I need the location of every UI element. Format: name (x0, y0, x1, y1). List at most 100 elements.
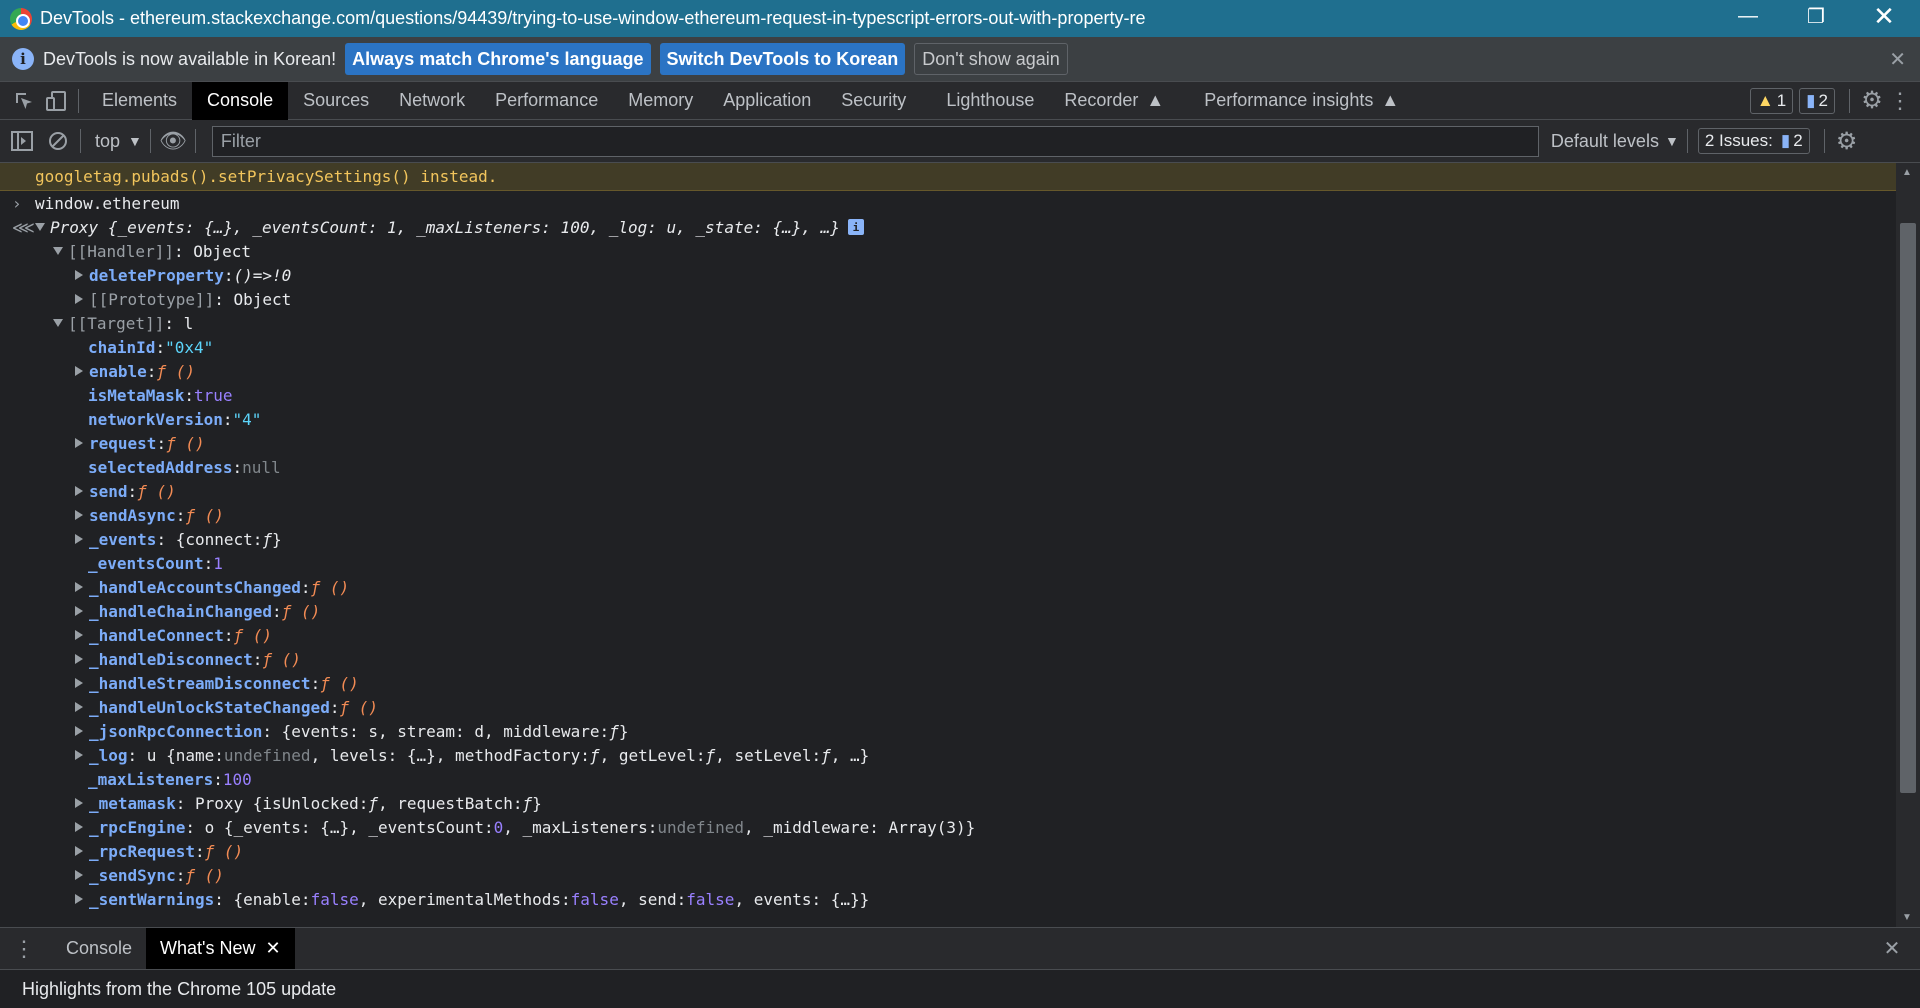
tree-node-prototype[interactable]: [[Prototype]]: Object (0, 287, 1896, 311)
scroll-down-icon[interactable]: ▼ (1902, 912, 1912, 923)
prompt-chevron-icon: › (12, 193, 22, 213)
context-selector[interactable]: top ▼ (95, 131, 142, 152)
tree-node-handleconnect[interactable]: _handleConnect: ƒ () (0, 623, 1896, 647)
tab-application[interactable]: Application (708, 82, 826, 120)
tree-node-sentwarnings[interactable]: _sentWarnings: {enable: false, experimen… (0, 887, 1896, 911)
result-type: Proxy (50, 217, 99, 237)
expand-triangle-icon (53, 247, 63, 255)
drawer-menu-icon[interactable]: ⋮ (10, 935, 38, 963)
console-toolbar: top ▼ 👁 Filter Default levels ▼ 2 Issues: ▮… (0, 120, 1920, 163)
more-options-icon[interactable]: ⋮ (1886, 87, 1914, 115)
minimize-icon[interactable]: — (1718, 0, 1778, 33)
devtools-tabbar: Elements Console Sources Network Perform… (0, 81, 1920, 120)
tree-node-jsonrpcconnection[interactable]: _jsonRpcConnection: {events: s, stream: … (0, 719, 1896, 743)
tree-node-proxy[interactable]: ⋘ Proxy {_events: {…}, _eventsCount: 1, … (0, 215, 1896, 239)
close-drawer-icon[interactable]: ✕ (1878, 935, 1906, 963)
flask-icon: ▲ (1381, 90, 1400, 110)
tab-performance[interactable]: Performance (480, 82, 613, 120)
result-arrow-icon: ⋘ (12, 217, 35, 237)
tree-node-handler[interactable]: [[Handler]]: Object (0, 239, 1896, 263)
restore-icon[interactable]: ❐ (1786, 0, 1846, 33)
result-summary: {_events: {…}, _eventsCount: 1, _maxList… (107, 217, 840, 237)
tree-node-handlestreamdisconnect[interactable]: _handleStreamDisconnect: ƒ () (0, 671, 1896, 695)
tab-console[interactable]: Console (192, 81, 289, 120)
expand-triangle-icon (75, 606, 83, 616)
whats-new-heading: Highlights from the Chrome 105 update (22, 978, 337, 999)
toolbar-divider (149, 129, 151, 153)
clear-console-icon[interactable] (44, 127, 72, 155)
tree-node-handledisconnect[interactable]: _handleDisconnect: ƒ () (0, 647, 1896, 671)
device-toolbar-icon[interactable] (42, 87, 70, 115)
tree-node-metamask[interactable]: _metamask: Proxy {isUnlocked: ƒ, request… (0, 791, 1896, 815)
drawer-tab-whats-new-label: What's New (160, 938, 256, 958)
tree-node-handleaccountschanged[interactable]: _handleAccountsChanged: ƒ () (0, 575, 1896, 599)
expand-triangle-icon (75, 438, 83, 448)
drawer-tabbar: ⋮ Console What's New ✕ ✕ (0, 927, 1920, 970)
chrome-logo-icon (10, 7, 32, 30)
tree-node-events[interactable]: _events: {connect: ƒ} (0, 527, 1896, 551)
expand-triangle-icon (75, 726, 83, 736)
language-infobar: i DevTools is now available in Korean! A… (0, 37, 1920, 82)
tree-node-rpcengine[interactable]: _rpcEngine: o {_events: {…}, _eventsCoun… (0, 815, 1896, 839)
close-window-icon[interactable]: ✕ (1854, 0, 1914, 33)
tab-performance-insights[interactable]: Performance insights ▲ (1189, 82, 1414, 120)
tab-recorder[interactable]: Recorder ▲ (1049, 82, 1179, 120)
expand-triangle-icon (75, 510, 83, 520)
console-output: googletag.pubads().setPrivacySettings() … (0, 163, 1896, 927)
context-selector-label: top (95, 130, 121, 151)
flask-icon: ▲ (1146, 90, 1165, 110)
tree-node-sendasync[interactable]: sendAsync: ƒ () (0, 503, 1896, 527)
info-badge-icon[interactable]: i (847, 219, 864, 235)
infobar-close-icon[interactable]: ✕ (1889, 47, 1906, 72)
expand-triangle-icon (75, 270, 83, 280)
tree-node-handleunlockstatechanged[interactable]: _handleUnlockStateChanged: ƒ () (0, 695, 1896, 719)
sidebar-toggle-icon[interactable] (8, 127, 36, 155)
tree-node-rpcrequest[interactable]: _rpcRequest: ƒ () (0, 839, 1896, 863)
tree-node-request[interactable]: request: ƒ () (0, 431, 1896, 455)
drawer-tab-whats-new[interactable]: What's New ✕ (146, 927, 295, 970)
tab-lighthouse[interactable]: Lighthouse (931, 82, 1049, 120)
settings-gear-icon[interactable]: ⚙ (1858, 87, 1886, 115)
log-levels-dropdown[interactable]: Default levels ▼ (1551, 131, 1679, 152)
tree-node-handlechainchanged[interactable]: _handleChainChanged: ƒ () (0, 599, 1896, 623)
tree-node-deleteproperty[interactable]: deleteProperty: ()=>!0 (0, 263, 1896, 287)
live-expression-eye-icon[interactable]: 👁 (159, 127, 187, 155)
always-match-language-button[interactable]: Always match Chrome's language (345, 43, 651, 75)
switch-devtools-korean-button[interactable]: Switch DevTools to Korean (659, 43, 906, 75)
messages-counter[interactable]: ▮ 2 (1799, 87, 1835, 114)
inspect-element-icon[interactable] (10, 87, 38, 115)
expand-triangle-icon (75, 822, 83, 832)
tree-node-enable[interactable]: enable: ƒ () (0, 359, 1896, 383)
tree-node-send[interactable]: send: ƒ () (0, 479, 1896, 503)
expand-triangle-icon (75, 750, 83, 760)
tab-elements[interactable]: Elements (87, 82, 192, 120)
tab-sources[interactable]: Sources (288, 82, 384, 120)
console-scrollbar[interactable]: ▲ ▼ (1896, 163, 1920, 927)
tree-node-chainid: chainId: "0x4" (88, 337, 214, 357)
issues-counter[interactable]: 2 Issues: ▮ 2 (1697, 128, 1810, 154)
warnings-counter[interactable]: ▲ 1 (1749, 87, 1794, 114)
scroll-up-icon[interactable]: ▲ (1902, 167, 1912, 178)
toolbar-divider (78, 88, 79, 113)
window-titlebar: DevTools - ethereum.stackexchange.com/qu… (0, 0, 1920, 37)
console-settings-gear-icon[interactable]: ⚙ (1833, 127, 1861, 155)
toolbar-divider (1686, 129, 1688, 153)
message-icon: ▮ (1806, 90, 1816, 110)
tab-network[interactable]: Network (384, 82, 480, 120)
tab-security[interactable]: Security (826, 82, 921, 120)
window-title: DevTools - ethereum.stackexchange.com/qu… (40, 8, 1146, 28)
tree-node-target[interactable]: [[Target]]: l (0, 311, 1896, 335)
drawer-tab-console[interactable]: Console (52, 928, 146, 970)
filter-input[interactable]: Filter (211, 125, 1539, 157)
tab-memory[interactable]: Memory (613, 82, 708, 120)
tree-node-sendsync[interactable]: _sendSync: ƒ () (0, 863, 1896, 887)
tree-node-log[interactable]: _log: u {name: undefined, levels: {…}, m… (0, 743, 1896, 767)
close-tab-icon[interactable]: ✕ (266, 938, 281, 959)
expand-triangle-icon (75, 798, 83, 808)
tree-node-ismetamask: isMetaMask: true (88, 385, 233, 405)
dropdown-arrow-icon: ▼ (1664, 133, 1679, 149)
dont-show-again-button[interactable]: Don't show again (914, 43, 1068, 75)
warning-icon: ▲ (1756, 90, 1774, 110)
tree-node-maxlisteners: _maxListeners: 100 (88, 769, 252, 789)
scrollbar-thumb[interactable] (1900, 223, 1916, 793)
